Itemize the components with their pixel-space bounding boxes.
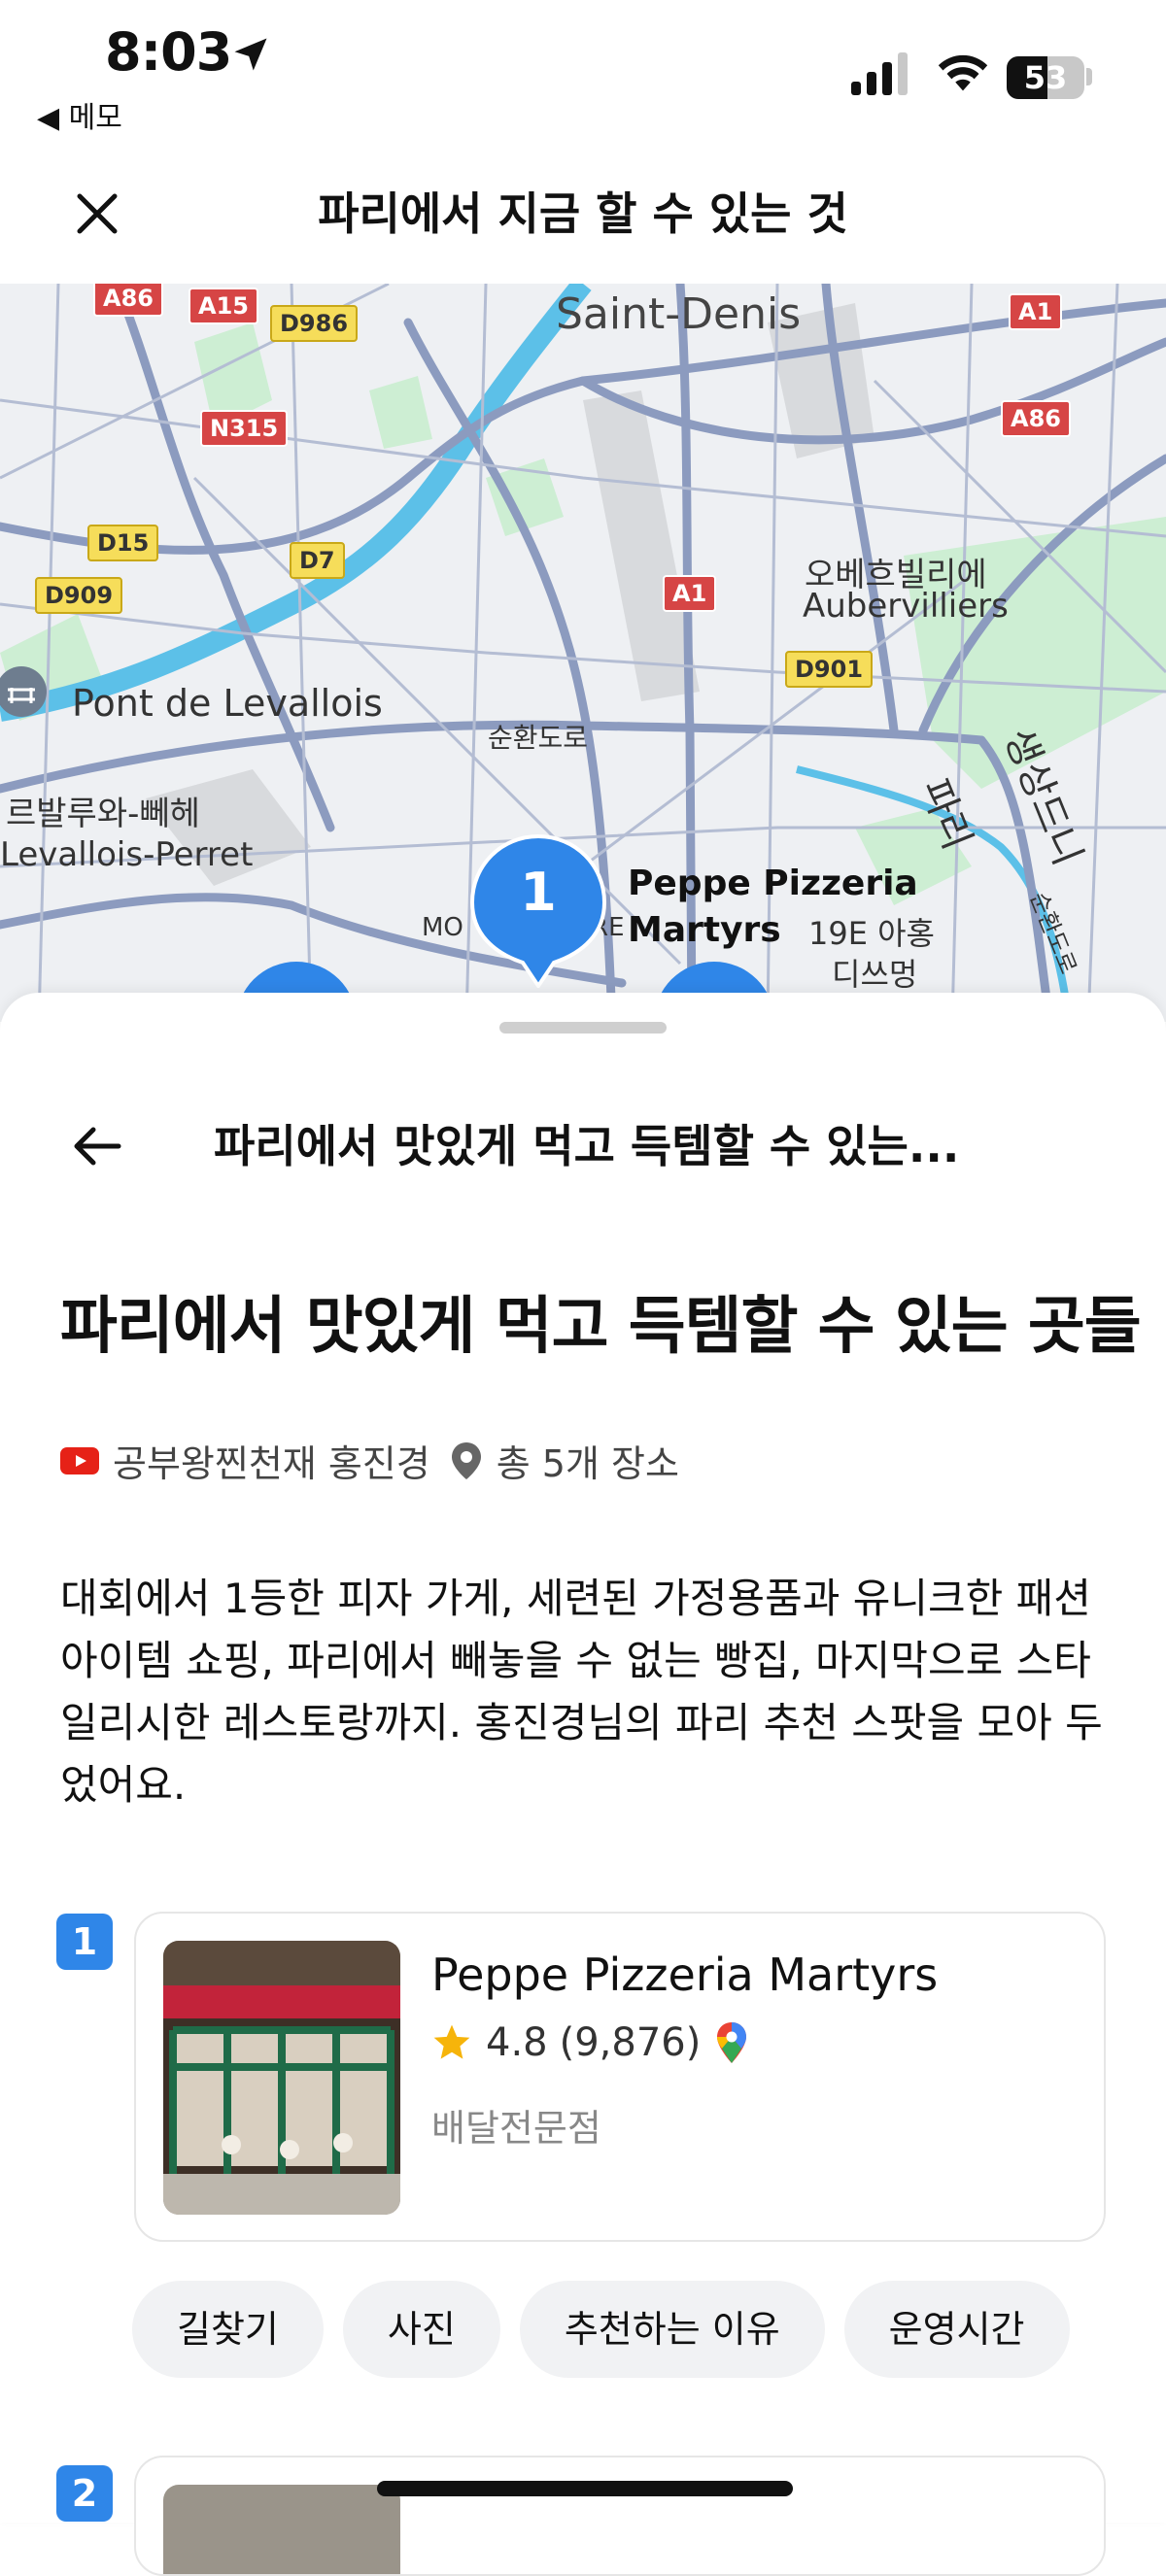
map-label-19e-2: 디쓰멍 bbox=[832, 956, 918, 993]
cellular-signal-icon bbox=[851, 52, 908, 95]
battery-icon: 53 bbox=[1007, 56, 1084, 99]
location-arrow-icon bbox=[234, 38, 267, 71]
road-shield: D909 bbox=[35, 577, 123, 614]
place-category: 배달전문점 bbox=[431, 2107, 601, 2150]
youtube-icon bbox=[60, 1446, 99, 1474]
photos-button[interactable]: 사진 bbox=[342, 2281, 500, 2378]
rating-value: 4.8 bbox=[486, 2020, 548, 2065]
map-label-pont-levallois: Pont de Levallois bbox=[72, 682, 383, 725]
place-actions: 길찾기 사진 추천하는 이유 운영시간 bbox=[132, 2281, 1070, 2378]
battery-percent: 53 bbox=[1023, 59, 1068, 96]
review-count: (9,876) bbox=[559, 2020, 702, 2065]
google-maps-icon[interactable] bbox=[716, 2021, 747, 2064]
map-marker-1[interactable]: 1 bbox=[468, 832, 608, 988]
map-label-levallois-ko: 르발루와-뻬헤 bbox=[6, 795, 200, 833]
map-label-saint-denis: Saint-Denis bbox=[556, 289, 802, 339]
place-number-badge: 1 bbox=[56, 1914, 113, 1970]
page-title: 파리에서 지금 할 수 있는 것 bbox=[318, 187, 848, 240]
map-pin-number: 1 bbox=[520, 862, 557, 923]
bottom-sheet: 파리에서 맛있게 먹고 득템할 수 있는... 파리에서 맛있게 먹고 득템할 … bbox=[0, 993, 1166, 2576]
map-label-aubervilliers: Aubervilliers bbox=[803, 587, 1009, 626]
road-shield: D7 bbox=[290, 542, 345, 579]
collection-description: 대회에서 1등한 피자 가게, 세련된 가정용품과 유니크한 패션 아이템 쇼핑… bbox=[60, 1575, 1103, 1809]
status-time: 8:03 bbox=[105, 21, 232, 83]
road-shield: A86 bbox=[1001, 400, 1071, 437]
road-shield: A86 bbox=[93, 284, 163, 317]
map-label-levallois: Levallois-Perret bbox=[0, 835, 254, 874]
map-label-ring-road: 순환도로 bbox=[488, 722, 589, 754]
road-shield: A15 bbox=[189, 288, 258, 324]
place-rating: 4.8 (9,876) bbox=[431, 2020, 747, 2065]
storefront-image bbox=[163, 1941, 400, 2215]
status-bar: 8:03 ◀ 메모 53 bbox=[0, 0, 1166, 146]
place-count: 총 5개 장소 bbox=[496, 1442, 679, 1485]
top-header: 파리에서 지금 할 수 있는 것 bbox=[0, 146, 1166, 284]
wifi-icon bbox=[938, 54, 988, 91]
bridge-icon bbox=[0, 666, 47, 717]
place-card[interactable]: Peppe Pizzeria Martyrs 4.8 (9,876) 배달전문점 bbox=[134, 1912, 1106, 2242]
road-shield: N315 bbox=[200, 410, 289, 447]
back-arrow-icon bbox=[74, 1127, 121, 1166]
close-icon bbox=[77, 193, 118, 234]
place-photo[interactable] bbox=[163, 1941, 400, 2215]
collection-meta: 공부왕찐천재 홍진경 총 5개 장소 bbox=[60, 1434, 679, 1487]
place-card[interactable] bbox=[134, 2456, 1106, 2576]
road-shield: D901 bbox=[785, 651, 874, 688]
back-button[interactable] bbox=[60, 1109, 134, 1183]
hours-button[interactable]: 운영시간 bbox=[843, 2281, 1070, 2378]
sheet-grabber[interactable] bbox=[499, 1022, 667, 1034]
home-indicator[interactable] bbox=[377, 2481, 793, 2496]
road-shield: D15 bbox=[87, 525, 159, 561]
directions-button[interactable]: 길찾기 bbox=[132, 2281, 324, 2378]
place-name[interactable]: Peppe Pizzeria Martyrs bbox=[431, 1949, 938, 2001]
map-view[interactable]: A86 A15 D986 A1 A86 N315 D15 D7 D909 A1 … bbox=[0, 284, 1166, 1022]
road-shield: D986 bbox=[270, 305, 359, 342]
reason-button[interactable]: 추천하는 이유 bbox=[519, 2281, 825, 2378]
close-button[interactable] bbox=[60, 177, 134, 251]
star-icon bbox=[433, 2024, 470, 2059]
location-pin-icon bbox=[451, 1441, 481, 1479]
sheet-header-title: 파리에서 맛있게 먹고 득템할 수 있는... bbox=[214, 1120, 960, 1172]
road-shield: A1 bbox=[1009, 293, 1063, 330]
place-number-badge: 2 bbox=[56, 2465, 113, 2522]
map-pin-label: Peppe Pizzeria Martyrs bbox=[628, 864, 918, 950]
author-name[interactable]: 공부왕찐천재 홍진경 bbox=[113, 1434, 430, 1487]
collection-title: 파리에서 맛있게 먹고 득템할 수 있는 곳들 bbox=[60, 1291, 1142, 1363]
road-shield: A1 bbox=[663, 575, 717, 612]
place-photo[interactable] bbox=[163, 2485, 400, 2574]
map-label-mo: MO bbox=[422, 913, 463, 942]
back-to-app-link[interactable]: ◀ 메모 bbox=[37, 93, 122, 136]
